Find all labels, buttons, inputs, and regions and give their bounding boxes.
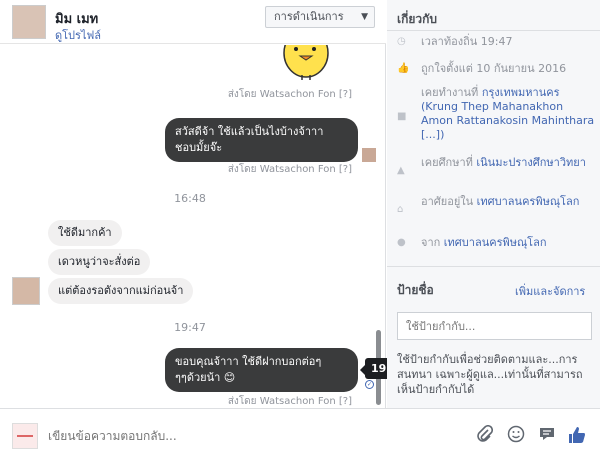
contact-avatar-small [12, 277, 40, 305]
message-sender: ส่งโดย Watsachon Fon [?] [227, 164, 352, 175]
actions-label: การดำเนินการ [274, 10, 344, 23]
message-sender: ส่งโดย Watsachon Fon [?] [227, 396, 352, 407]
contact-avatar[interactable] [12, 5, 46, 39]
info-sidebar: เกี่ยวกับ ◷ เวลาท้องถิ่น 19:47 👍 ถูกใจตั… [387, 0, 600, 408]
info-link[interactable]: [?] [339, 396, 352, 407]
incoming-message[interactable]: แต่ต้องรอตังจากแม่ก่อนจ้า [48, 278, 194, 304]
info-link[interactable]: [?] [339, 164, 352, 175]
message-thread[interactable]: ส่งโดย Watsachon Fon [?] สวัสดีจ้า ใช้แล… [0, 45, 380, 407]
paperclip-icon[interactable] [474, 424, 496, 447]
graduation-cap-icon: ▲ [397, 165, 405, 176]
from-link[interactable]: เทศบาลนครพิษณุโลก [444, 236, 547, 249]
emoji-icon[interactable] [505, 425, 527, 447]
tags-help-text: ใช้ป้ายกำกับเพื่อช่วยติดตามและ...การสนทน… [397, 353, 583, 396]
timestamp: 16:48 [174, 192, 206, 205]
reply-input[interactable] [48, 425, 348, 447]
chevron-down-icon: ▼ [361, 12, 368, 22]
incoming-message[interactable]: ใช้ดีมากค้า [48, 220, 122, 246]
add-manage-tags-link[interactable]: เพิ่มและจัดการ [515, 282, 585, 300]
sticker-icon[interactable] [536, 425, 558, 447]
thumbs-up-icon: 👍 [397, 63, 410, 74]
location-pin-icon: ● [397, 237, 406, 248]
like-icon[interactable] [566, 425, 588, 447]
outgoing-message[interactable]: ขอบคุณจ้าาา ใช้ดีฝากบอกต่อๆ ๆๆด้วยน้า 😊 [165, 348, 358, 392]
message-composer [0, 408, 600, 463]
seen-check-icon: ✓ [365, 380, 374, 389]
timestamp: 19:47 [174, 321, 206, 334]
view-profile-link[interactable]: ดูโปรไฟล์ [55, 26, 101, 44]
outgoing-message[interactable]: สวัสดีจ้า ใช้แล้วเป็นไงบ้างจ้าาา ชอบมั้ย… [165, 118, 358, 162]
info-link[interactable]: [?] [339, 89, 352, 100]
lives-link[interactable]: เทศบาลนครพิษณุโลก [477, 195, 580, 208]
briefcase-icon: ■ [397, 111, 407, 122]
incoming-message[interactable]: เดวหนูว่าจะสั่งต่อ [48, 249, 151, 275]
tag-input[interactable] [397, 312, 592, 340]
about-title: เกี่ยวกับ [397, 12, 438, 26]
page-avatar [12, 423, 38, 449]
smile-emoji: 😊 [223, 371, 236, 384]
home-icon: ⌂ [397, 204, 404, 215]
conversation-pane: มิม เมท ดูโปรไฟล์ การดำเนินการ ▼ ส่งโดย … [0, 0, 386, 463]
divider [387, 266, 600, 267]
sender-avatar [362, 148, 376, 162]
tags-title: ป้ายชื่อ [397, 283, 434, 297]
divider [387, 30, 600, 31]
message-sender: ส่งโดย Watsachon Fon [?] [227, 89, 352, 100]
conversation-header: มิม เมท ดูโปรไฟล์ การดำเนินการ ▼ [0, 0, 386, 44]
chick-sticker [283, 45, 329, 80]
education-link[interactable]: เนินมะปรางศึกษาวิทยา [476, 156, 586, 169]
actions-dropdown[interactable]: การดำเนินการ ▼ [265, 6, 375, 28]
clock-icon: ◷ [397, 36, 406, 47]
